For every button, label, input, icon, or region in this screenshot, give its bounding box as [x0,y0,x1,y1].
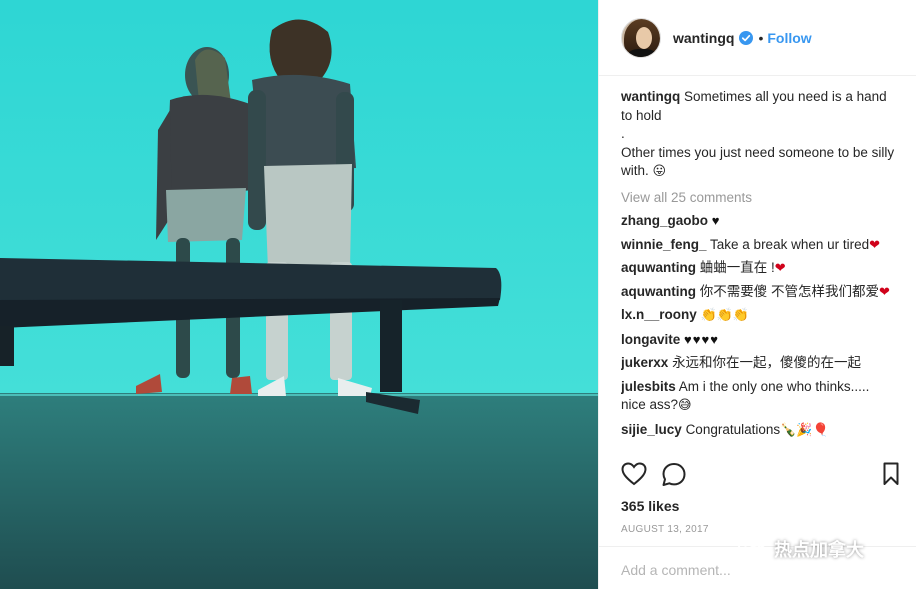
view-all-comments-link[interactable]: View all 25 comments [621,189,897,208]
comment-icon[interactable] [661,462,687,488]
comment-emoji: ❤ [879,283,890,299]
comment-emoji: 🍾🎉🎈 [780,422,829,438]
comment-item: aquwanting 你不需要傻 不管怎样我们都爱❤ [621,283,897,302]
comment-text: Take a break when ur tired [710,236,870,252]
comments-list[interactable]: wantingq Sometimes all you need is a han… [621,88,897,454]
comment-text: 你不需要傻 不管怎样我们都爱 [699,283,880,299]
comment-text: Congratulations [685,421,781,437]
comment-username[interactable]: aquwanting [621,284,696,299]
wechat-icon [738,538,767,560]
comment-item: longavite ♥♥♥♥ [621,331,897,350]
comment-emoji: ♥ [711,213,721,228]
comment-item: winnie_feng_ Take a break when ur tired❤ [621,236,897,255]
post-header: wantingq • Follow [599,0,916,76]
comment-emoji: 😅 [678,398,692,413]
comment-item: zhang_gaobo ♥ [621,212,897,231]
post-date[interactable]: AUGUST 13, 2017 [621,524,709,535]
follow-button[interactable]: Follow [767,30,811,46]
action-bar [621,462,899,490]
separator-dot: • [758,29,764,46]
verified-badge-icon [739,30,754,45]
caption-dot: . [621,126,625,141]
comment-username[interactable]: aquwanting [621,260,696,275]
caption-emoji: 😛 [652,164,667,179]
watermark-text: 热点加拿大 [774,540,864,560]
post-photo[interactable] [0,0,598,589]
heart-icon[interactable] [621,462,647,486]
header-username[interactable]: wantingq [673,30,734,46]
comment-text: 永远和你在一起，傻傻的在一起 [672,355,862,370]
comment-username[interactable]: longavite [621,332,680,347]
comment-username[interactable]: julesbits [621,379,676,394]
add-comment-input[interactable]: Add a comment... [621,562,731,578]
comment-item: sijie_lucy Congratulations🍾🎉🎈 [621,421,897,441]
likes-count[interactable]: 365 likes [621,498,679,514]
comment-emoji: ♥♥♥♥ [684,331,719,347]
avatar[interactable] [621,17,661,58]
post-side-panel: wantingq • Follow wantingq Sometimes all… [598,0,916,589]
comment-item: jukerxx 永远和你在一起，傻傻的在一起 [621,354,897,373]
wechat-watermark: 热点加拿大 [738,536,864,562]
caption-username[interactable]: wantingq [621,89,680,104]
comment-emoji: ❤ [774,260,786,275]
bookmark-icon[interactable] [883,462,899,486]
comment-username[interactable]: sijie_lucy [621,422,682,437]
comment-username[interactable]: zhang_gaobo [621,213,708,228]
post-caption: wantingq Sometimes all you need is a han… [621,88,897,182]
comment-username[interactable]: jukerxx [621,355,668,370]
comment-username[interactable]: winnie_feng_ [621,237,707,252]
comment-emoji: 👏👏👏 [700,308,750,323]
comment-text: 蛐蛐一直在 ! [699,260,775,275]
comment-item: lx.n__roony 👏👏👏 [621,306,897,326]
comment-items: zhang_gaobo ♥ winnie_feng_ Take a break w… [621,212,897,440]
photo-scene [0,0,598,589]
comment-item: aquwanting 蛐蛐一直在 !❤ [621,259,897,278]
comment-item: julesbits Am i the only one who thinks..… [621,378,897,416]
comment-emoji: ❤ [869,236,881,252]
comment-username[interactable]: lx.n__roony [621,307,697,322]
